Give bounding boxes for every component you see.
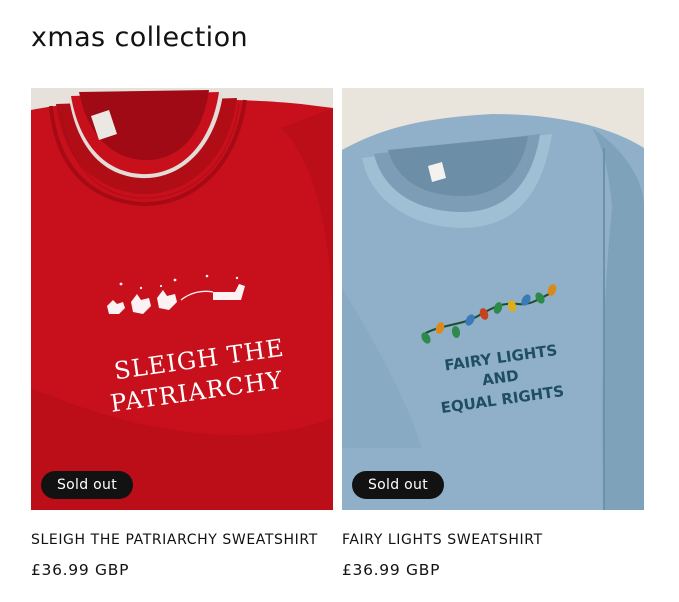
collection-title: xmas collection [31, 22, 249, 53]
sweatshirt-blue-image: FAIRY LIGHTS AND EQUAL RIGHTS [342, 88, 644, 510]
product-price: £36.99 GBP [342, 561, 441, 579]
product-price: £36.99 GBP [31, 561, 130, 579]
product-image[interactable]: FAIRY LIGHTS AND EQUAL RIGHTS Sold out [342, 88, 644, 510]
product-title-link[interactable]: FAIRY LIGHTS SWEATSHIRT [342, 532, 644, 548]
sweatshirt-red-image: SLEIGH THE PATRIARCHY [31, 88, 333, 510]
product-image[interactable]: SLEIGH THE PATRIARCHY Sold out [31, 88, 333, 510]
product-card[interactable]: SLEIGH THE PATRIARCHY Sold out SLEIGH TH… [31, 88, 333, 579]
product-card[interactable]: FAIRY LIGHTS AND EQUAL RIGHTS Sold out F… [342, 88, 644, 579]
sold-out-badge: Sold out [41, 471, 134, 499]
product-title-link[interactable]: SLEIGH THE PATRIARCHY SWEATSHIRT [31, 532, 333, 548]
sold-out-badge: Sold out [352, 471, 445, 499]
